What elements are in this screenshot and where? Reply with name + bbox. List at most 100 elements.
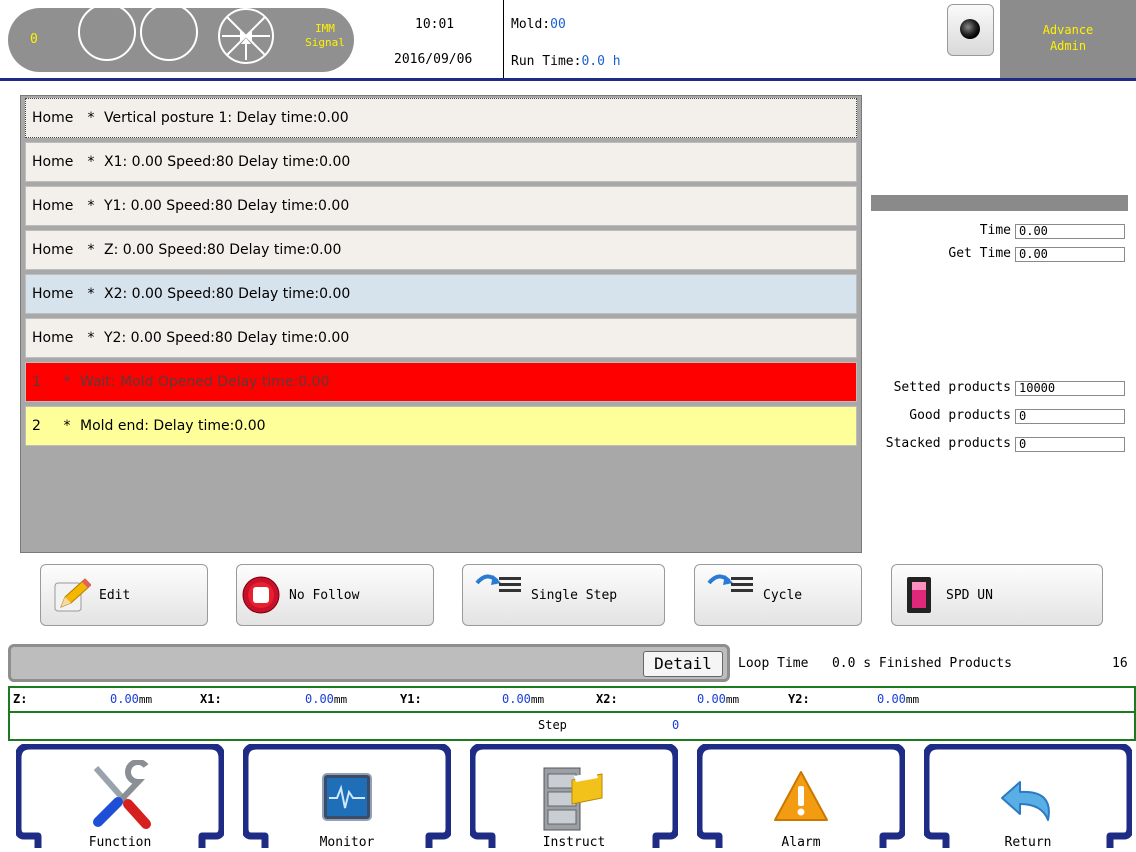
time-field: 0.00	[1015, 224, 1125, 239]
program-text: X2: 0.00 Speed:80 Delay time:0.00	[104, 286, 351, 302]
cycle-icon	[707, 574, 753, 592]
axis-y1-value: 0.00	[502, 692, 531, 706]
program-flag: *	[63, 374, 71, 390]
program-row[interactable]: Home * X1: 0.00 Speed:80 Delay time:0.00	[25, 142, 857, 182]
cycle-button[interactable]: Cycle	[694, 564, 862, 626]
axis-x1-unit: mm	[333, 693, 348, 706]
program-step: Home	[32, 110, 74, 126]
user-panel[interactable]: Advance Admin	[1000, 0, 1136, 78]
program-row[interactable]: Home * Z: 0.00 Speed:80 Delay time:0.00	[25, 230, 857, 270]
loop-time-value: 0.0 s	[831, 656, 872, 671]
loop-time-readout: Loop Time 0.0 s Finished Products	[738, 656, 1012, 671]
get-time-field: 0.00	[1015, 247, 1125, 262]
program-step: 1	[32, 374, 41, 390]
axis-z-label: Z:	[13, 692, 28, 706]
imm-signal-label: IMM Signal	[302, 22, 348, 50]
program-flag: *	[87, 330, 95, 346]
run-time-label: Run Time:	[511, 54, 582, 69]
program-flag: *	[87, 110, 95, 126]
program-flag: *	[87, 154, 95, 170]
program-text: Z: 0.00 Speed:80 Delay time:0.00	[104, 242, 342, 258]
nav-function-button[interactable]: Function	[16, 744, 224, 852]
good-products-label: Good products	[909, 408, 1011, 423]
nav-return-label: Return	[1004, 835, 1052, 850]
speed-toggle-button[interactable]: SPD UN	[891, 564, 1103, 626]
program-step: Home	[32, 242, 74, 258]
axis-x1-value: 0.00	[305, 692, 334, 706]
file-cabinet-icon	[543, 767, 603, 831]
nav-function-label: Function	[88, 835, 152, 850]
program-text: Wait: Mold Opened Delay time:0.00	[80, 374, 330, 390]
clock-date: 2016/09/06	[394, 52, 473, 67]
tools-icon	[93, 760, 151, 829]
program-text: Y1: 0.00 Speed:80 Delay time:0.00	[104, 198, 350, 214]
stop-icon	[242, 576, 280, 614]
axis-position-panel	[8, 686, 1136, 741]
program-row[interactable]: 1 * Wait: Mold Opened Delay time:0.00	[25, 362, 857, 402]
single-step-button[interactable]: Single Step	[462, 564, 665, 626]
speed-label: SPD UN	[946, 587, 993, 603]
axis-y1-unit: mm	[530, 693, 545, 706]
no-follow-button[interactable]: No Follow	[236, 564, 434, 626]
program-text: Vertical posture 1: Delay time:0.00	[104, 110, 349, 126]
axis-y2-value: 0.00	[877, 692, 906, 706]
mold-clamp-icon	[218, 8, 274, 64]
signal-count: 0	[30, 32, 38, 47]
program-step: 2	[32, 418, 41, 434]
program-flag: *	[87, 198, 95, 214]
axis-y1-readout: 0.00mm	[502, 692, 544, 706]
program-row[interactable]: Home * Vertical posture 1: Delay time:0.00	[25, 98, 857, 138]
detail-strip	[8, 644, 730, 682]
program-row[interactable]: Home * Y2: 0.00 Speed:80 Delay time:0.00	[25, 318, 857, 358]
program-row[interactable]: 2 * Mold end: Delay time:0.00	[25, 406, 857, 446]
program-step: Home	[32, 198, 74, 214]
program-row[interactable]: Home * Y1: 0.00 Speed:80 Delay time:0.00	[25, 186, 857, 226]
user-level: Advance	[1042, 23, 1094, 37]
axis-y2-label: Y2:	[788, 692, 810, 706]
stacked-products-label: Stacked products	[885, 436, 1011, 451]
setted-products-label: Setted products	[893, 380, 1011, 395]
nav-alarm-label: Alarm	[781, 835, 821, 850]
nav-return-button[interactable]: Return	[924, 744, 1132, 852]
program-flag: *	[87, 242, 95, 258]
nav-instruct-button[interactable]: Instruct	[470, 744, 678, 852]
axis-x1-label: X1:	[200, 692, 222, 706]
mold-indicator: Mold:00	[511, 17, 566, 32]
edit-button[interactable]: Edit	[40, 564, 208, 626]
axis-y2-readout: 0.00mm	[877, 692, 919, 706]
program-text: Y2: 0.00 Speed:80 Delay time:0.00	[104, 330, 350, 346]
signal-lamp-1	[78, 3, 136, 61]
no-follow-label: No Follow	[289, 587, 360, 603]
setted-products-field[interactable]: 10000	[1015, 381, 1125, 396]
signal-lamp-2	[140, 3, 198, 61]
get-time-label: Get Time	[948, 246, 1011, 261]
program-step: Home	[32, 286, 74, 302]
user-name: Admin	[1049, 39, 1087, 53]
axis-y1-label: Y1:	[400, 692, 422, 706]
finished-products-label: Finished Products	[878, 656, 1012, 671]
imm-signal-line1: IMM	[315, 22, 335, 35]
axis-panel-divider	[8, 711, 1136, 713]
header-divider	[0, 78, 1136, 81]
nav-alarm-button[interactable]: Alarm	[697, 744, 905, 852]
program-step: Home	[32, 154, 74, 170]
camera-button[interactable]	[947, 4, 994, 56]
info-progress-bar	[871, 195, 1128, 211]
detail-button[interactable]: Detail	[643, 651, 723, 677]
edit-label: Edit	[99, 587, 131, 603]
edit-pencil-icon	[54, 578, 91, 612]
program-list[interactable]: Home * Vertical posture 1: Delay time:0.00…	[20, 95, 862, 553]
axis-x2-value: 0.00	[697, 692, 726, 706]
program-row[interactable]: Home * X2: 0.00 Speed:80 Delay time:0.00	[25, 274, 857, 314]
single-step-icon	[475, 574, 521, 592]
nav-monitor-label: Monitor	[319, 835, 375, 850]
axis-z-unit: mm	[138, 693, 153, 706]
program-flag: *	[87, 286, 95, 302]
warning-icon	[774, 771, 828, 821]
nav-monitor-button[interactable]: Monitor	[243, 744, 451, 852]
program-text: Mold end: Delay time:0.00	[80, 418, 266, 434]
single-step-label: Single Step	[531, 587, 618, 603]
program-text: X1: 0.00 Speed:80 Delay time:0.00	[104, 154, 351, 170]
camera-icon	[960, 19, 980, 39]
good-products-field: 0	[1015, 409, 1125, 424]
